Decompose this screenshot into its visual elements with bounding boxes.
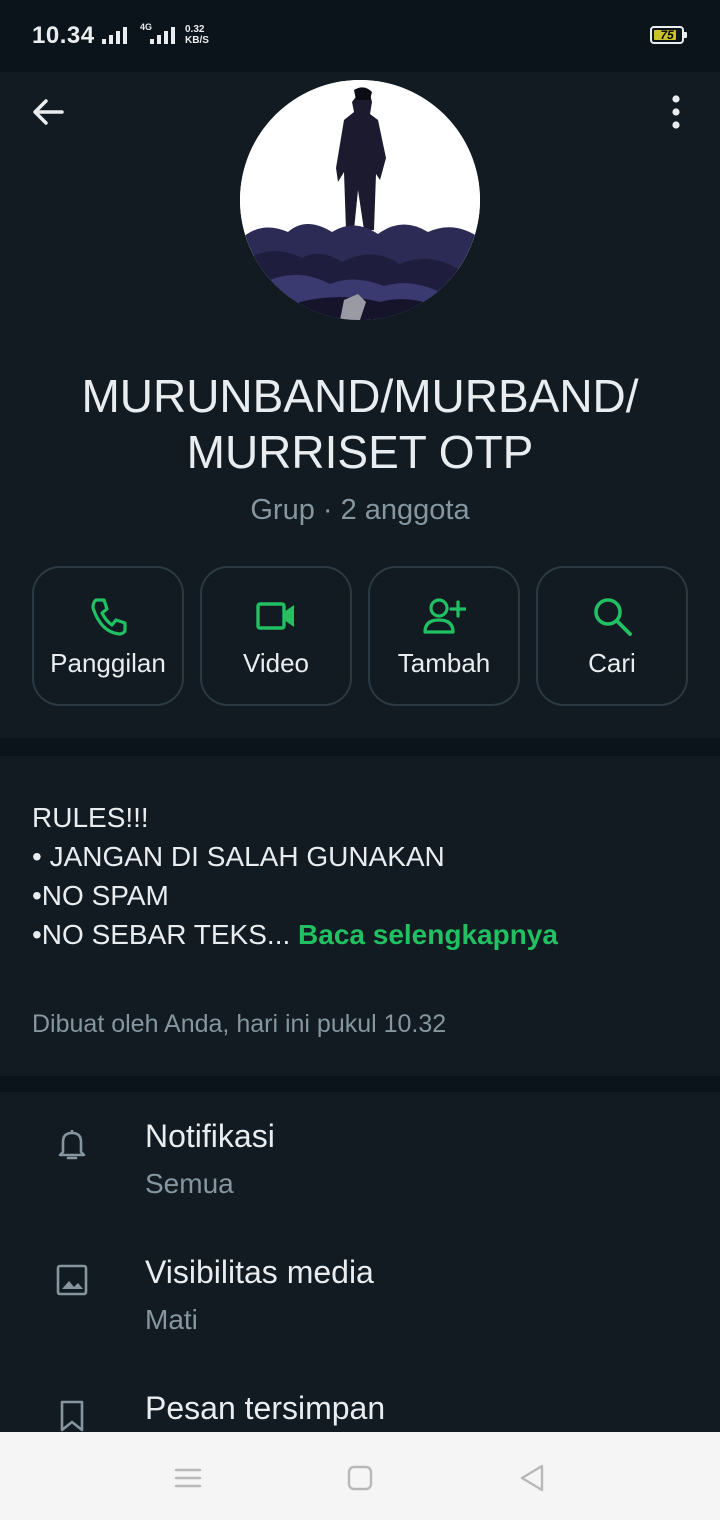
media-visibility-value: Mati	[145, 1304, 198, 1335]
search-icon	[594, 598, 632, 636]
battery-icon: 75	[650, 26, 687, 44]
media-visibility-row[interactable]: Visibilitas media Mati	[0, 1228, 720, 1364]
menu-lines-icon	[174, 1468, 202, 1488]
video-button-label: Video	[242, 648, 310, 678]
video-button[interactable]: Video	[200, 566, 352, 706]
group-info-header: MURUNBAND/MURBAND/ MURRISET OTP Grup · 2…	[0, 72, 720, 738]
network-speed: 0.32 KB/S	[185, 24, 209, 46]
image-icon	[56, 1264, 88, 1296]
notifications-title: Notifikasi	[145, 1118, 275, 1154]
battery-level: 75	[660, 28, 674, 42]
back-button[interactable]	[28, 92, 68, 132]
group-settings-list: Notifikasi Semua Visibilitas media Mati …	[0, 1092, 720, 1432]
triangle-back-icon	[520, 1464, 544, 1492]
recent-apps-button[interactable]	[168, 1458, 208, 1498]
status-bar: 10.34 4G 0.32 KB/S 75	[0, 0, 720, 72]
network-speed-value: 0.32	[185, 24, 205, 35]
bell-icon	[58, 1130, 86, 1160]
description-line: • JANGAN DI SALAH GUNAKAN	[32, 841, 445, 872]
add-member-button[interactable]: Tambah	[368, 566, 520, 706]
call-button[interactable]: Panggilan	[32, 566, 184, 706]
group-name-line-2: MURRISET OTP	[186, 426, 534, 478]
created-info: Dibuat oleh Anda, hari ini pukul 10.32	[32, 1010, 447, 1038]
square-icon	[347, 1465, 373, 1491]
signal-strength-2-icon	[150, 24, 175, 44]
more-vertical-icon	[672, 95, 680, 129]
action-buttons: Panggilan Video Tambah Cari	[32, 566, 688, 706]
bookmark-icon	[60, 1400, 84, 1432]
call-button-label: Panggilan	[50, 648, 166, 678]
group-subtitle: Grup · 2 anggota	[250, 494, 470, 526]
description-text[interactable]: RULES!!! • JANGAN DI SALAH GUNAKAN •NO S…	[32, 798, 558, 954]
back-nav-button[interactable]	[512, 1458, 552, 1498]
description-line: RULES!!!	[32, 802, 149, 833]
add-member-button-label: Tambah	[397, 648, 491, 678]
phone-icon	[91, 598, 127, 636]
saved-messages-title: Pesan tersimpan	[145, 1390, 386, 1426]
group-photo-image	[240, 80, 480, 320]
notifications-row[interactable]: Notifikasi Semua	[0, 1092, 720, 1228]
read-more-link[interactable]: Baca selengkapnya	[298, 919, 558, 950]
search-button-label: Cari	[588, 648, 636, 678]
saved-messages-row[interactable]: Pesan tersimpan	[0, 1364, 720, 1432]
description-line: •NO SPAM	[32, 880, 169, 911]
signal-strength-icon	[102, 24, 127, 44]
system-navigation-bar	[0, 1432, 720, 1520]
group-name-line-1: MURUNBAND/MURBAND/	[81, 370, 639, 422]
status-time: 10.34	[32, 22, 95, 49]
group-avatar[interactable]	[240, 80, 480, 320]
group-name[interactable]: MURUNBAND/MURBAND/ MURRISET OTP	[40, 368, 680, 480]
add-person-icon	[423, 598, 466, 634]
more-options-button[interactable]	[656, 92, 696, 132]
media-visibility-title: Visibilitas media	[145, 1254, 374, 1290]
video-icon	[256, 602, 294, 630]
home-button[interactable]	[340, 1458, 380, 1498]
notifications-value: Semua	[145, 1168, 234, 1199]
search-button[interactable]: Cari	[536, 566, 688, 706]
description-line: •NO SEBAR TEKS...	[32, 919, 291, 950]
group-description: RULES!!! • JANGAN DI SALAH GUNAKAN •NO S…	[0, 756, 720, 1076]
arrow-left-icon	[33, 99, 64, 125]
network-speed-unit: KB/S	[185, 35, 209, 46]
